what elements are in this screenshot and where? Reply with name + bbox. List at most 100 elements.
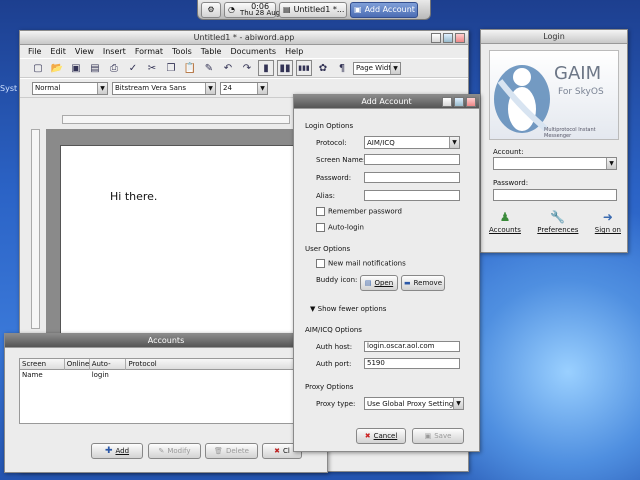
- save-icon[interactable]: ▣: [68, 60, 84, 76]
- menu-bar: File Edit View Insert Format Tools Table…: [20, 45, 468, 58]
- proxy-type-select[interactable]: Use Global Proxy Settings ▼: [364, 397, 464, 410]
- zoom-combo[interactable]: Page Width ▼: [353, 61, 401, 75]
- format-painter-icon[interactable]: ✎: [201, 60, 217, 76]
- font-size-combo[interactable]: 24 ▼: [220, 81, 268, 95]
- aim-options-heading: AIM/ICQ Options: [305, 326, 362, 334]
- plus-icon: ✚: [104, 446, 113, 456]
- three-columns-icon[interactable]: ▮▮▮: [296, 60, 312, 76]
- menu-documents[interactable]: Documents: [230, 47, 276, 56]
- delete-account-button[interactable]: 🗑 Delete: [205, 443, 258, 459]
- abiword-titlebar[interactable]: Untitled1 * - abiword.app: [20, 31, 468, 45]
- clock-widget[interactable]: ◔ 0:06 Thu 28 Aug: [224, 1, 280, 18]
- protocol-select[interactable]: AIM/ICQ ▼: [364, 136, 460, 149]
- copy-icon[interactable]: ❐: [163, 60, 179, 76]
- show-fewer-options-toggle[interactable]: ▼ Show fewer options: [310, 305, 386, 313]
- account-combo[interactable]: ▼: [493, 157, 617, 170]
- modify-account-button[interactable]: ✎ Modify: [148, 443, 201, 459]
- add-account-titlebar[interactable]: Add Account: [294, 95, 479, 109]
- insert-image-icon[interactable]: ✿: [315, 60, 331, 76]
- open-folder-icon[interactable]: 📂: [49, 60, 65, 76]
- spellcheck-icon[interactable]: ✓: [125, 60, 141, 76]
- auto-login-label: Auto-login: [328, 223, 364, 232]
- document-page[interactable]: Hi there.: [60, 145, 294, 340]
- accounts-icon: ♟: [499, 210, 511, 224]
- accounts-table[interactable]: Screen Name Online Auto-login Protocol: [19, 358, 324, 424]
- close-button[interactable]: [466, 97, 476, 107]
- minimize-button[interactable]: [442, 97, 452, 107]
- window-title: Untitled1 * - abiword.app: [193, 33, 295, 42]
- auth-port-input[interactable]: 5190: [364, 358, 460, 369]
- minimize-button[interactable]: [431, 33, 441, 43]
- undo-icon[interactable]: ↶: [220, 60, 236, 76]
- new-mail-row[interactable]: New mail notifications: [316, 259, 406, 268]
- password-input[interactable]: [364, 172, 460, 183]
- screen-name-input[interactable]: [364, 154, 460, 165]
- menu-view[interactable]: View: [75, 47, 94, 56]
- password-input[interactable]: [493, 189, 617, 201]
- horizontal-ruler[interactable]: [62, 115, 290, 124]
- open-buddy-icon-button[interactable]: ▤ Open: [360, 275, 398, 291]
- menu-help[interactable]: Help: [285, 47, 303, 56]
- menu-table[interactable]: Table: [201, 47, 222, 56]
- new-mail-checkbox[interactable]: [316, 259, 325, 268]
- protocol-label: Protocol:: [316, 139, 347, 147]
- account-label: Account:: [493, 148, 524, 156]
- accounts-titlebar[interactable]: Accounts: [5, 334, 327, 348]
- taskbar-item-add-account[interactable]: ▣ Add Account: [350, 1, 418, 18]
- alias-input[interactable]: [364, 190, 460, 201]
- sign-on-button[interactable]: ➜ Sign on: [595, 210, 621, 234]
- chevron-down-icon: ▼: [606, 158, 616, 169]
- print-icon[interactable]: ⎙: [106, 60, 122, 76]
- document-text[interactable]: Hi there.: [110, 190, 157, 203]
- menu-edit[interactable]: Edit: [50, 47, 66, 56]
- two-columns-icon[interactable]: ▮▮: [277, 60, 293, 76]
- button-label: Save: [434, 432, 452, 440]
- column-screen-name[interactable]: Screen Name: [20, 358, 65, 379]
- menu-insert[interactable]: Insert: [103, 47, 126, 56]
- password-label: Password:: [493, 179, 529, 187]
- standard-toolbar: ▢ 📂 ▣ ▤ ⎙ ✓ ✂ ❐ 📋 ✎ ↶ ↷ ▮ ▮▮ ▮▮▮ ✿ ¶ Pag…: [20, 58, 468, 78]
- login-button-row: ♟ Accounts 🔧 Preferences ➜ Sign on: [489, 210, 621, 234]
- menu-tools[interactable]: Tools: [172, 47, 192, 56]
- sign-on-icon: ➜: [602, 210, 613, 224]
- font-combo[interactable]: Bitstream Vera Sans ▼: [112, 81, 216, 95]
- remember-password-checkbox[interactable]: [316, 207, 325, 216]
- save-as-icon[interactable]: ▤: [87, 60, 103, 76]
- save-button[interactable]: ▣ Save: [412, 428, 464, 444]
- remove-buddy-icon-button[interactable]: ▬ Remove: [401, 275, 445, 291]
- add-account-button[interactable]: ✚ Add: [91, 443, 143, 459]
- vertical-ruler[interactable]: [31, 129, 40, 329]
- save-icon: ▣: [424, 432, 432, 440]
- accounts-button[interactable]: ♟ Accounts: [489, 210, 521, 234]
- menu-format[interactable]: Format: [135, 47, 163, 56]
- redo-icon[interactable]: ↷: [239, 60, 255, 76]
- paragraph-icon[interactable]: ¶: [334, 60, 350, 76]
- system-menu-button[interactable]: ⚙: [201, 1, 221, 18]
- taskbar-item-label: Untitled1 *...: [293, 5, 345, 14]
- clock-icon: ◔: [228, 5, 235, 14]
- password-label: Password:: [316, 174, 352, 182]
- paste-icon[interactable]: 📋: [182, 60, 198, 76]
- chevron-down-icon: ▼: [390, 62, 400, 74]
- cut-icon[interactable]: ✂: [144, 60, 160, 76]
- maximize-button[interactable]: [454, 97, 464, 107]
- taskbar-item-abiword[interactable]: ▤ Untitled1 *...: [279, 1, 347, 18]
- column-auto-login[interactable]: Auto-login: [90, 358, 127, 379]
- cancel-button[interactable]: ✖ Cancel: [356, 428, 406, 444]
- style-combo[interactable]: Normal ▼: [32, 81, 108, 95]
- close-button[interactable]: [455, 33, 465, 43]
- maximize-button[interactable]: [443, 33, 453, 43]
- auto-login-checkbox[interactable]: [316, 223, 325, 232]
- menu-file[interactable]: File: [28, 47, 41, 56]
- preferences-button[interactable]: 🔧 Preferences: [537, 210, 578, 234]
- login-titlebar[interactable]: Login: [481, 30, 627, 44]
- column-online[interactable]: Online: [65, 358, 90, 370]
- folder-icon: ▤: [364, 279, 372, 287]
- one-column-icon[interactable]: ▮: [258, 60, 274, 76]
- auth-host-input[interactable]: login.oscar.aol.com: [364, 341, 460, 352]
- gaim-logo-sub: For SkyOS: [558, 87, 604, 97]
- new-document-icon[interactable]: ▢: [30, 60, 46, 76]
- remember-password-row[interactable]: Remember password: [316, 207, 402, 216]
- auto-login-row[interactable]: Auto-login: [316, 223, 364, 232]
- add-account-dialog: Add Account Login Options Protocol: AIM/…: [293, 94, 480, 452]
